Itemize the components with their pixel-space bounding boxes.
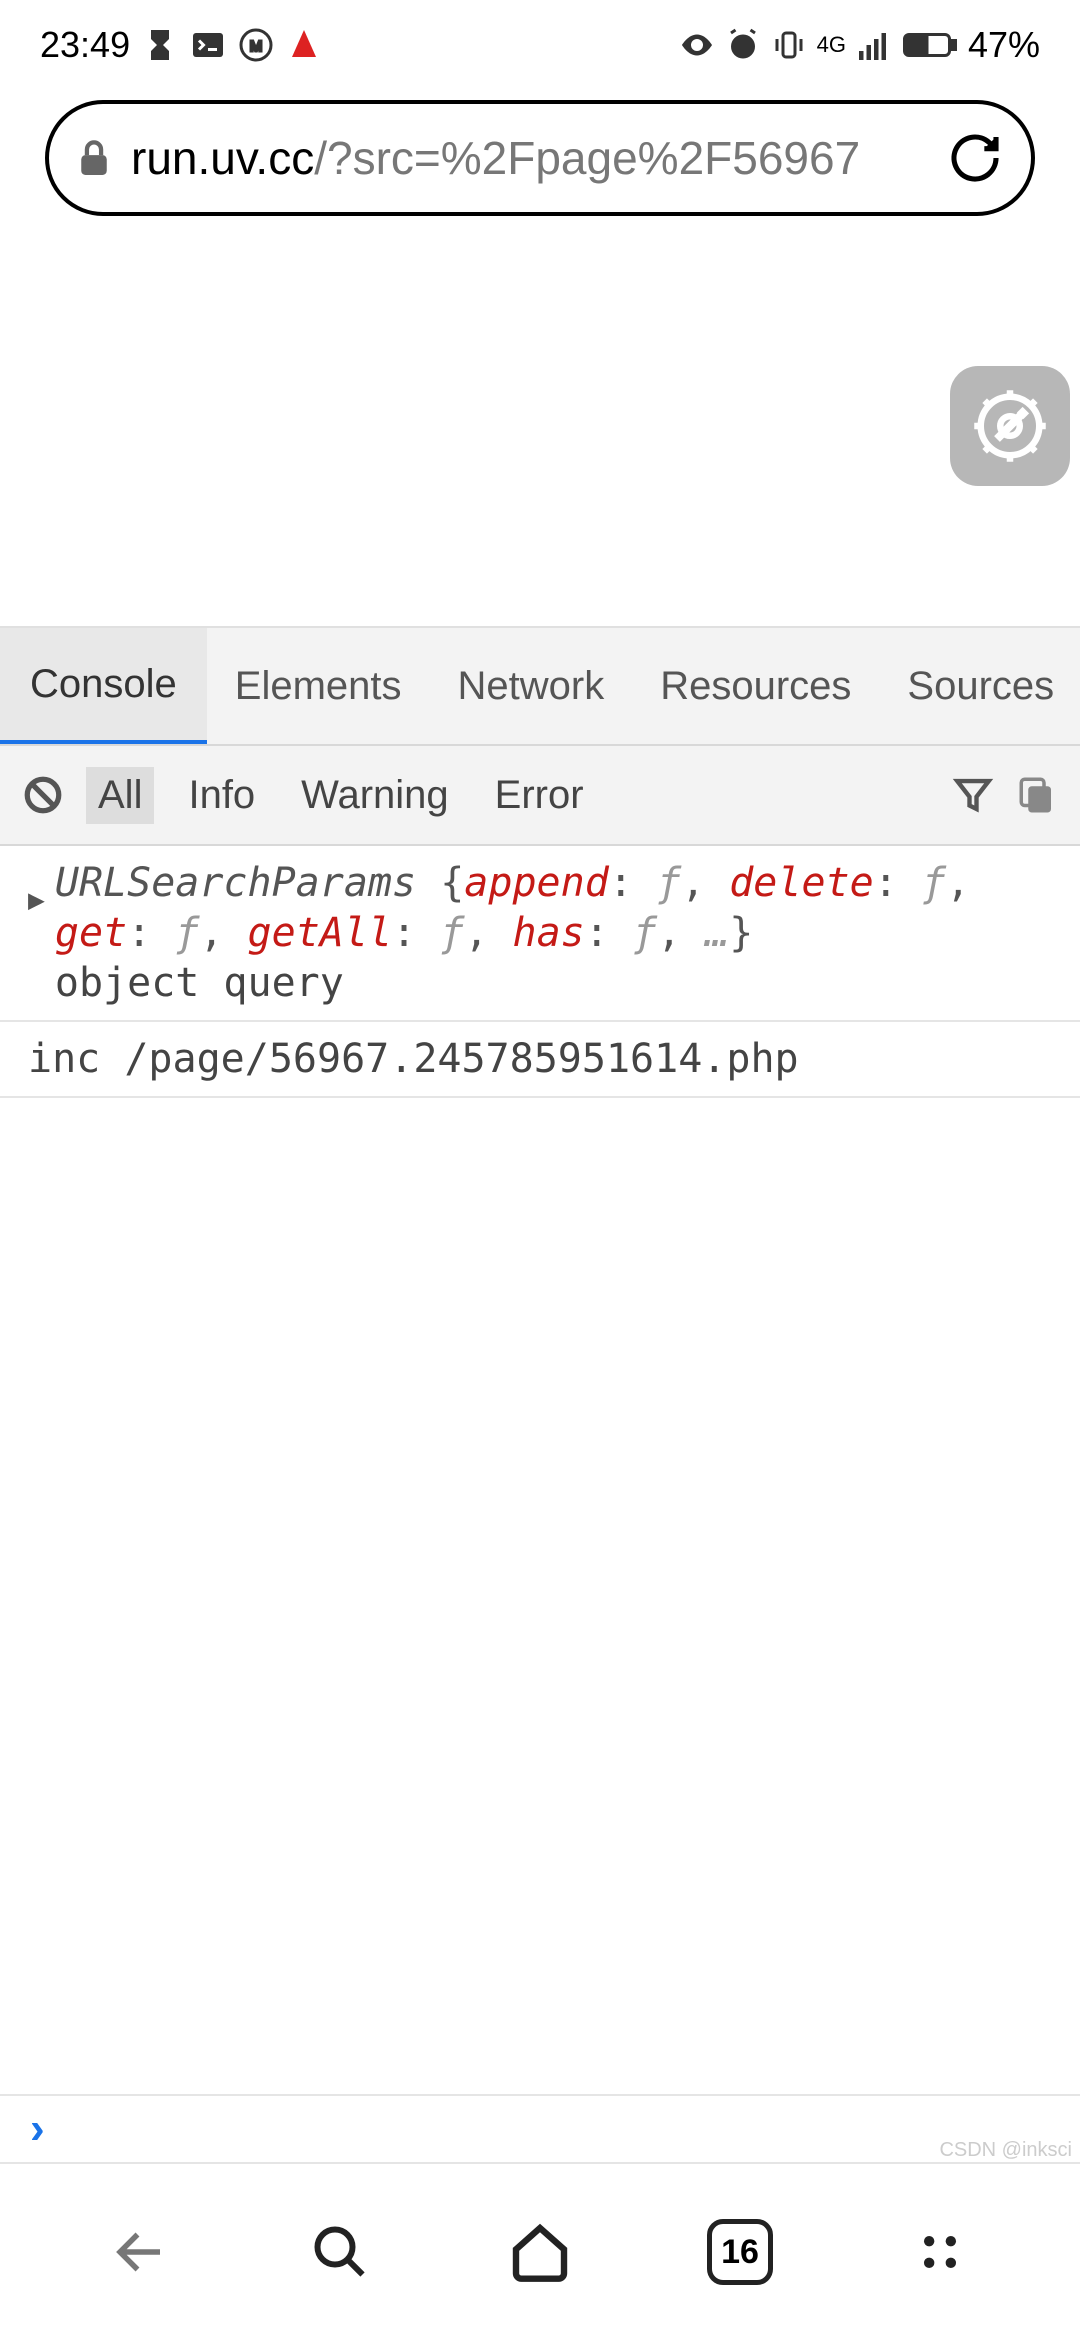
reload-icon[interactable] bbox=[947, 130, 1003, 186]
home-icon bbox=[508, 2220, 572, 2284]
status-left: 23:49 M bbox=[40, 24, 322, 66]
clear-console-icon[interactable] bbox=[22, 774, 64, 816]
terminal-icon bbox=[190, 27, 226, 63]
url-path: /?src=%2Fpage%2F56967 bbox=[314, 132, 860, 184]
expand-triangle-icon[interactable]: ▶ bbox=[28, 858, 45, 917]
console-log-object[interactable]: ▶ URLSearchParams {append: ƒ, delete: ƒ,… bbox=[0, 846, 1080, 1022]
funnel-filter-icon[interactable] bbox=[952, 774, 994, 816]
search-button[interactable] bbox=[305, 2217, 375, 2287]
url-text: run.uv.cc/?src=%2Fpage%2F56967 bbox=[131, 131, 927, 185]
tabs-button[interactable]: 16 bbox=[705, 2217, 775, 2287]
watermark: CSDN @inksci bbox=[939, 2139, 1072, 2162]
battery-percent: 47% bbox=[968, 24, 1040, 66]
circle-m-icon: M bbox=[238, 27, 274, 63]
arrow-left-icon bbox=[110, 2222, 170, 2282]
eye-icon bbox=[679, 27, 715, 63]
lock-icon bbox=[77, 138, 111, 178]
address-bar[interactable]: run.uv.cc/?src=%2Fpage%2F56967 bbox=[45, 100, 1035, 216]
object-class-name: URLSearchParams bbox=[55, 860, 416, 906]
console-input[interactable]: › bbox=[0, 2094, 1080, 2164]
filter-error[interactable]: Error bbox=[483, 767, 596, 824]
page-viewport bbox=[0, 236, 1080, 626]
filter-all[interactable]: All bbox=[86, 767, 154, 824]
gear-wrench-icon bbox=[971, 387, 1049, 465]
console-log-trailer: object query bbox=[55, 958, 1052, 1008]
browser-bottom-nav: 16 bbox=[0, 2164, 1080, 2340]
status-bar: 23:49 M 4G 47% bbox=[0, 0, 1080, 90]
tab-sources[interactable]: Sources bbox=[879, 628, 1080, 744]
vibrate-icon bbox=[771, 27, 807, 63]
console-log-text[interactable]: inc /page/56967.245785951614.php bbox=[0, 1022, 1080, 1098]
tab-count: 16 bbox=[707, 2219, 773, 2285]
menu-button[interactable] bbox=[905, 2217, 975, 2287]
url-host: run.uv.cc bbox=[131, 132, 314, 184]
app-icon bbox=[286, 27, 322, 63]
devtools-tabs: Console Elements Network Resources Sourc… bbox=[0, 628, 1080, 746]
filter-warning[interactable]: Warning bbox=[289, 767, 460, 824]
devtools-panel: Console Elements Network Resources Sourc… bbox=[0, 626, 1080, 1098]
network-type: 4G bbox=[817, 34, 846, 56]
back-button[interactable] bbox=[105, 2217, 175, 2287]
console-filter-bar: All Info Warning Error bbox=[0, 746, 1080, 846]
dots-grid-icon bbox=[914, 2226, 966, 2278]
filter-info[interactable]: Info bbox=[176, 767, 267, 824]
status-right: 4G 47% bbox=[679, 24, 1040, 66]
tab-network[interactable]: Network bbox=[430, 628, 633, 744]
clock-time: 23:49 bbox=[40, 24, 130, 66]
tab-console[interactable]: Console bbox=[0, 628, 207, 744]
home-button[interactable] bbox=[505, 2217, 575, 2287]
copy-icon[interactable] bbox=[1016, 774, 1058, 816]
svg-text:M: M bbox=[250, 38, 263, 55]
search-icon bbox=[310, 2222, 370, 2282]
battery-icon bbox=[902, 27, 958, 63]
chevron-right-icon: › bbox=[30, 2104, 45, 2154]
alarm-icon bbox=[725, 27, 761, 63]
tab-resources[interactable]: Resources bbox=[632, 628, 879, 744]
address-bar-container: run.uv.cc/?src=%2Fpage%2F56967 bbox=[0, 90, 1080, 236]
tab-elements[interactable]: Elements bbox=[207, 628, 430, 744]
signal-icon bbox=[856, 27, 892, 63]
console-log-content: URLSearchParams {append: ƒ, delete: ƒ, g… bbox=[55, 858, 1052, 1008]
hourglass-icon bbox=[142, 27, 178, 63]
floating-devtools-button[interactable] bbox=[950, 366, 1070, 486]
console-body: ▶ URLSearchParams {append: ƒ, delete: ƒ,… bbox=[0, 846, 1080, 1098]
